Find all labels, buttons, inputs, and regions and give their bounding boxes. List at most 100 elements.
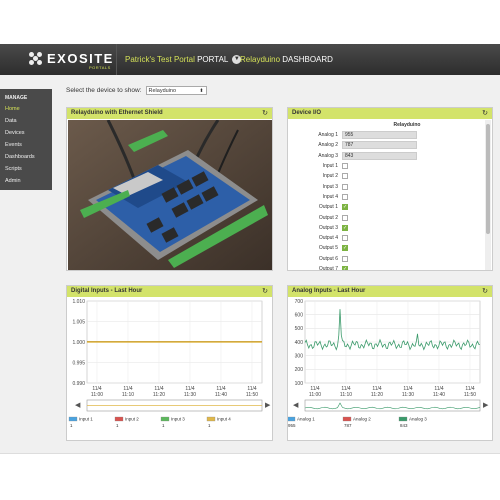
legend-swatch xyxy=(288,416,296,422)
sidebar-item-admin[interactable]: Admin xyxy=(0,175,52,187)
navigator-window[interactable] xyxy=(304,399,481,412)
y-tick-label: 1.010 xyxy=(72,299,85,305)
y-tick-label: 600 xyxy=(295,312,304,318)
x-tick-time: 11:50 xyxy=(246,392,258,398)
io-row-output-1: Output 1 ✓ xyxy=(289,202,485,212)
sidebar-item-events[interactable]: Events xyxy=(0,139,52,151)
sidebar-item-dashboards[interactable]: Dashboards xyxy=(0,151,52,163)
header-divider xyxy=(116,44,117,75)
output-toggle-checkbox[interactable]: ✓ xyxy=(342,266,348,270)
sidebar-heading: MANAGE xyxy=(5,95,28,101)
y-tick-label: 700 xyxy=(295,299,304,305)
io-row-input-2: Input 2 xyxy=(289,171,485,181)
exosite-logo[interactable]: EXOSITE PORTALS xyxy=(29,52,114,70)
legend-swatch xyxy=(206,416,216,422)
io-label: Output 6 xyxy=(318,255,338,262)
io-label: Analog 1 xyxy=(318,132,338,139)
legend-label: Input 2 xyxy=(125,417,139,422)
io-row-analog-1: Analog 1 955 xyxy=(289,130,485,140)
digital-inputs-header: Digital Inputs - Last Hour ↻ xyxy=(67,286,272,297)
sidebar-item-home[interactable]: Home xyxy=(0,103,52,115)
brand-sub: PORTALS xyxy=(89,65,111,70)
legend-label: Analog 1 xyxy=(297,417,315,422)
sidebar-item-devices[interactable]: Devices xyxy=(0,127,52,139)
refresh-icon[interactable]: ↻ xyxy=(262,108,268,119)
io-label: Input 4 xyxy=(322,193,338,200)
device-select-label: Select the device to show: xyxy=(66,87,142,94)
navigator-left-arrow-icon[interactable]: ◀ xyxy=(75,402,81,409)
sidebar-item-scripts[interactable]: Scripts xyxy=(0,163,52,175)
navigator-right-arrow-icon[interactable]: ▶ xyxy=(483,402,489,409)
x-tick-time: 11:40 xyxy=(215,392,227,398)
photo-panel: Relayduino with Ethernet Shield ↻ xyxy=(66,107,273,271)
io-row-input-1: Input 1 xyxy=(289,161,485,171)
io-scrollbar[interactable] xyxy=(485,120,491,270)
io-label: Output 4 xyxy=(318,235,338,242)
io-label: Input 1 xyxy=(322,163,338,170)
x-tick-time: 11:10 xyxy=(340,392,352,398)
io-scroll-thumb[interactable] xyxy=(486,124,490,234)
io-label: Analog 2 xyxy=(318,142,338,149)
legend-swatch xyxy=(342,416,352,422)
device-io-list: Relayduino Analog 1 955 Analog 2 787 Ana… xyxy=(289,120,485,270)
legend-swatch xyxy=(114,416,124,422)
device-io-panel: Device I/O ↻ Relayduino Analog 1 955 Ana… xyxy=(287,107,493,271)
device-select[interactable]: Relayduino ⬍ xyxy=(145,86,207,95)
portal-word: PORTAL xyxy=(197,55,229,64)
device-io-header: Device I/O ↻ xyxy=(288,108,492,119)
legend-value: 955 xyxy=(288,423,296,428)
portal-breadcrumb[interactable]: Patrick's Test Portal PORTAL ▼ xyxy=(125,55,242,65)
input-state-checkbox xyxy=(342,173,348,180)
device-io-title: Device I/O xyxy=(292,110,322,116)
analog-inputs-chart: 70060050040030020010011/411:0011/411:101… xyxy=(288,299,489,428)
digital-inputs-panel: Digital Inputs - Last Hour ↻ 1.010 1.005 1… xyxy=(66,285,273,441)
legend-swatch xyxy=(160,416,170,422)
output-toggle-checkbox[interactable]: ✓ xyxy=(342,204,348,211)
x-tick-time: 11:40 xyxy=(433,392,445,398)
io-label: Analog 3 xyxy=(318,152,338,159)
output-toggle-checkbox[interactable] xyxy=(342,255,348,262)
output-toggle-checkbox[interactable]: ✓ xyxy=(342,245,348,252)
io-row-output-4: Output 4 xyxy=(289,233,485,243)
refresh-icon[interactable]: ↻ xyxy=(482,108,488,119)
device-photo xyxy=(68,120,272,270)
navigator-right-arrow-icon[interactable]: ▶ xyxy=(265,402,271,409)
navigator-left-arrow-icon[interactable]: ◀ xyxy=(293,402,299,409)
legend-value: 1 xyxy=(70,423,73,428)
analog-inputs-header: Analog Inputs - Last Hour ↻ xyxy=(288,286,492,297)
x-tick-time: 11:10 xyxy=(122,392,134,398)
io-label: Input 3 xyxy=(322,183,338,190)
io-label: Output 5 xyxy=(318,245,338,252)
output-toggle-checkbox[interactable] xyxy=(342,235,348,242)
io-row-input-4: Input 4 xyxy=(289,192,485,202)
io-label: Output 7 xyxy=(318,266,338,270)
refresh-icon[interactable]: ↻ xyxy=(262,286,268,297)
portal-name: Patrick's Test Portal xyxy=(125,55,195,64)
digital-inputs-chart: 1.0101.0051.0000.9950.99011/411:0011/411… xyxy=(68,299,271,428)
x-tick-time: 11:20 xyxy=(153,392,165,398)
output-toggle-checkbox[interactable] xyxy=(342,214,348,221)
io-label: Output 1 xyxy=(318,204,338,211)
chart-title: Analog Inputs - Last Hour xyxy=(292,288,366,294)
sidebar: MANAGE Home Data Devices Events Dashboar… xyxy=(0,89,52,190)
io-row-output-3: Output 3 ✓ xyxy=(289,223,485,233)
y-tick-label: 0.995 xyxy=(72,360,85,366)
io-value: 843 xyxy=(342,151,417,160)
y-tick-label: 400 xyxy=(295,340,304,346)
legend-value: 843 xyxy=(400,423,408,428)
legend-value: 787 xyxy=(344,423,352,428)
refresh-icon[interactable]: ↻ xyxy=(482,286,488,297)
legend-label: Input 3 xyxy=(171,417,185,422)
dashboard-word: DASHBOARD xyxy=(282,55,333,64)
legend-label: Input 1 xyxy=(79,417,93,422)
logo-mark-icon xyxy=(29,52,43,66)
photo-panel-title: Relayduino with Ethernet Shield xyxy=(71,110,163,116)
device-select-value: Relayduino xyxy=(148,88,177,94)
io-device-name: Relayduino xyxy=(393,122,421,128)
analog-inputs-panel: Analog Inputs - Last Hour ↻ 700 600 500 400… xyxy=(287,285,493,441)
x-tick-time: 11:50 xyxy=(464,392,476,398)
output-toggle-checkbox[interactable]: ✓ xyxy=(342,224,348,231)
sidebar-item-data[interactable]: Data xyxy=(0,115,52,127)
y-tick-label: 100 xyxy=(295,381,304,387)
input-state-checkbox xyxy=(342,183,348,190)
